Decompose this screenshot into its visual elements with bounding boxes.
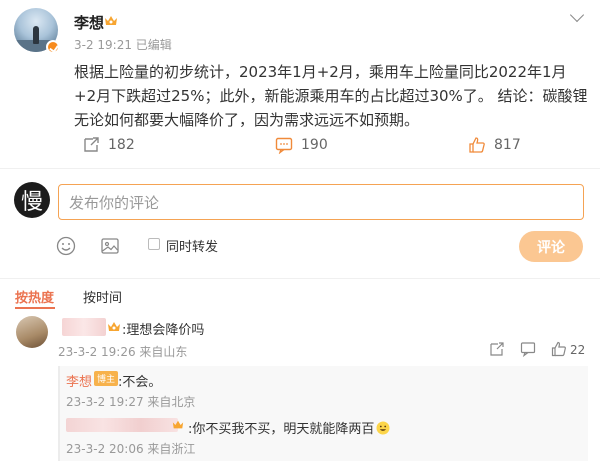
post-meta: 3-2 19:21 已编辑	[74, 38, 172, 52]
reply-meta: 23-3-2 19:27 来自北京	[66, 395, 196, 409]
comment-meta: 23-3-2 19:26 来自山东	[58, 345, 188, 359]
comment-icon	[275, 137, 293, 154]
submit-comment-button[interactable]: 评论	[519, 231, 583, 262]
commenter-name-redacted	[62, 318, 106, 336]
reply-text: :你不买我不买，明天就能降两百	[188, 418, 390, 437]
divider	[0, 278, 600, 279]
vip-crown-icon	[108, 322, 120, 331]
thumbs-up-icon	[469, 137, 485, 153]
post-content: 根据上险量的初步统计，2023年1月+2月，乘用车上险量同比2022年1月+2月…	[74, 63, 588, 129]
thumbs-up-icon[interactable]	[551, 341, 567, 357]
reply-icon[interactable]	[520, 341, 536, 357]
divider	[0, 168, 600, 169]
verified-badge-icon	[46, 40, 60, 54]
vip-crown-icon	[105, 16, 117, 25]
reply-author-name-redacted	[66, 418, 178, 432]
commenter-avatar[interactable]	[16, 316, 48, 348]
reply-thread-line	[58, 366, 60, 461]
tab-sort-hot[interactable]: 按热度	[15, 287, 54, 306]
comment-button[interactable]: 190	[275, 136, 328, 154]
comment-input[interactable]: 发布你的评论	[58, 184, 584, 220]
repost-checkbox-label: 同时转发	[166, 240, 219, 255]
share-icon[interactable]	[489, 341, 505, 357]
comment-count: 190	[301, 137, 328, 153]
repost-checkbox[interactable]	[148, 238, 160, 250]
reply-meta: 23-3-2 20:06 来自浙江	[66, 442, 196, 456]
repost-count: 182	[108, 137, 135, 153]
chevron-down-icon[interactable]	[569, 7, 585, 23]
my-avatar[interactable]: 慢	[14, 182, 50, 218]
image-icon[interactable]	[100, 236, 120, 256]
reply-text: :不会。	[118, 375, 162, 390]
active-tab-indicator	[15, 307, 55, 309]
comment-like-count: 22	[570, 343, 586, 357]
author-name[interactable]: 李想	[74, 12, 104, 33]
author-tag-badge: 博主	[94, 371, 119, 386]
reply-text-content: :你不买我不买，明天就能降两百	[188, 422, 375, 437]
vip-crown-icon	[172, 420, 184, 429]
repost-button[interactable]: 182	[82, 136, 135, 154]
grin-emoji-icon	[376, 421, 390, 435]
comment-text: :理想会降价吗	[122, 323, 205, 338]
tab-sort-time[interactable]: 按时间	[83, 287, 122, 306]
reply-author-name[interactable]: 李想	[66, 371, 92, 390]
emoji-icon[interactable]	[56, 236, 76, 256]
repost-icon	[84, 137, 99, 152]
like-button[interactable]: 817	[468, 136, 521, 154]
like-count: 817	[494, 137, 521, 153]
